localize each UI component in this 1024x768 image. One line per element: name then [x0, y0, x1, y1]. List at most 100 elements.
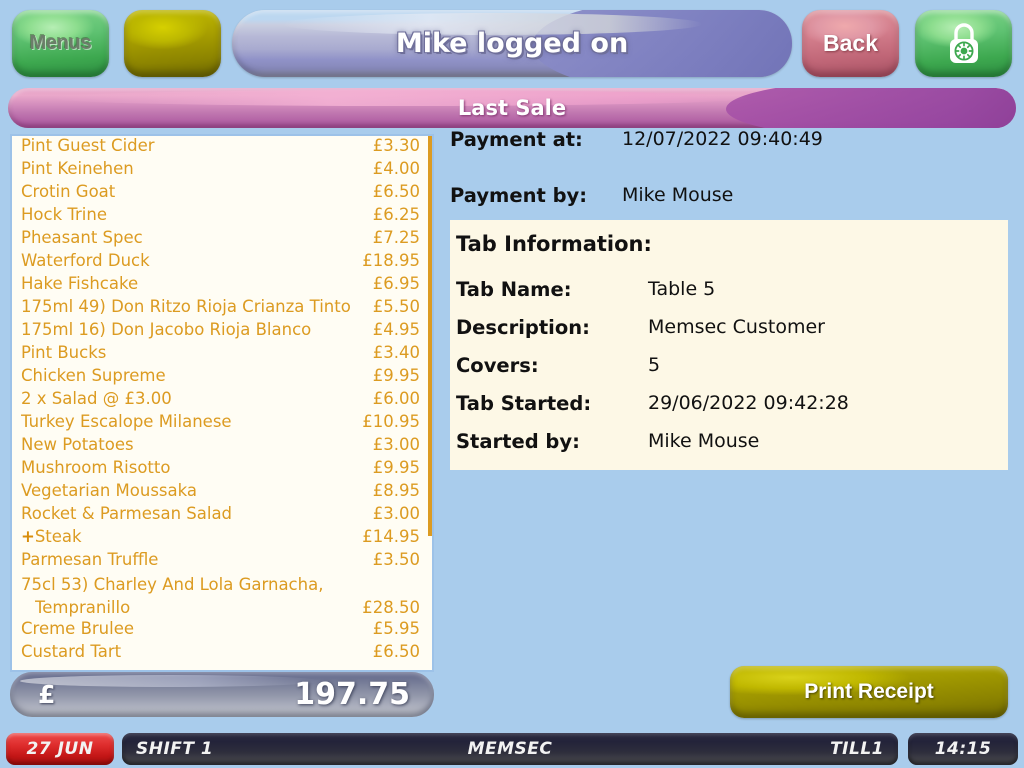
tab-info-label: Covers:: [456, 354, 648, 377]
sale-item-row[interactable]: Hake Fishcake£6.95: [12, 274, 430, 297]
tab-info-value: Memsec Customer: [648, 316, 825, 338]
sale-item-row[interactable]: Vegetarian Moussaka£8.95: [12, 481, 430, 504]
sale-item-price: £18.95: [362, 251, 420, 270]
tab-info-label: Tab Started:: [456, 392, 648, 415]
menus-button[interactable]: Menus: [12, 10, 109, 77]
sale-item-row[interactable]: Turkey Escalope Milanese£10.95: [12, 412, 430, 435]
sale-item-name: Creme Brulee: [21, 619, 373, 638]
sale-item-row[interactable]: Hock Trine£6.25: [12, 205, 430, 228]
tab-info-row: Covers:5: [454, 354, 1008, 392]
items-scrollbar-thumb[interactable]: [428, 136, 432, 536]
tab-info-value: 29/06/2022 09:42:28: [648, 392, 849, 414]
sale-item-price: £3.50: [373, 550, 420, 569]
tab-info-label: Started by:: [456, 430, 648, 453]
payment-row-label: Payment by:: [450, 184, 622, 207]
sale-item-name: New Potatoes: [21, 435, 373, 454]
sale-item-row[interactable]: Pint Guest Cider£3.30: [12, 136, 430, 159]
sale-item-row[interactable]: Rocket & Parmesan Salad£3.00: [12, 504, 430, 527]
sale-item-price: £3.00: [373, 504, 420, 523]
tab-info-row: Tab Started:29/06/2022 09:42:28: [454, 392, 1008, 430]
status-till-label: TILL1: [830, 733, 884, 765]
title-banner: Mike logged on: [232, 10, 792, 77]
status-time-label: 14:15: [935, 739, 992, 759]
tab-information-panel: Tab Information: Tab Name:Table 5Descrip…: [450, 220, 1008, 470]
sale-item-row[interactable]: Waterford Duck£18.95: [12, 251, 430, 274]
tab-info-row: Tab Name:Table 5: [454, 278, 1008, 316]
lock-button[interactable]: [915, 10, 1012, 77]
back-button[interactable]: Back: [802, 10, 899, 77]
sale-total-amount: 197.75: [294, 672, 410, 717]
sale-item-price: £10.95: [362, 412, 420, 431]
padlock-icon: [945, 21, 983, 67]
tab-info-value: 5: [648, 354, 660, 376]
sale-item-name: +Steak: [21, 527, 362, 546]
sale-item-name: 2 x Salad @ £3.00: [21, 389, 373, 408]
sale-item-row[interactable]: 175ml 49) Don Ritzo Rioja Crianza Tinto£…: [12, 297, 430, 320]
sale-item-name: Mushroom Risotto: [21, 458, 373, 477]
sale-item-price: £6.25: [373, 205, 420, 224]
payment-row-label: Payment at:: [450, 128, 622, 151]
page-title: Mike logged on: [232, 10, 792, 77]
sale-item-name: Hock Trine: [21, 205, 373, 224]
sale-item-price: £6.50: [373, 642, 420, 661]
sale-item-row[interactable]: 2 x Salad @ £3.00£6.00: [12, 389, 430, 412]
sale-item-row[interactable]: Parmesan Truffle£3.50: [12, 550, 430, 573]
sale-item-price: £28.50: [362, 596, 420, 619]
sale-item-name-text: Steak: [35, 527, 82, 546]
tab-info-label: Tab Name:: [456, 278, 648, 301]
tab-info-row: Started by:Mike Mouse: [454, 430, 1008, 468]
sale-item-name: Rocket & Parmesan Salad: [21, 504, 373, 523]
sale-item-name: Pheasant Spec: [21, 228, 373, 247]
sale-total-bar: £ 197.75: [10, 672, 434, 717]
sale-items-list[interactable]: Pint Guest Cider£3.30Pint Keinehen£4.00C…: [10, 134, 434, 672]
tab-info-value: Mike Mouse: [648, 430, 759, 452]
sale-item-row[interactable]: Chicken Supreme£9.95: [12, 366, 430, 389]
sale-item-price: £4.00: [373, 159, 420, 178]
sale-item-name-continued: Tempranillo: [35, 596, 362, 619]
last-sale-banner: Last Sale: [8, 88, 1016, 128]
tab-info-value: Table 5: [648, 278, 715, 300]
sale-item-price: £5.95: [373, 619, 420, 638]
sale-item-row[interactable]: Custard Tart£6.50: [12, 642, 430, 665]
back-button-label: Back: [823, 30, 878, 57]
sale-item-price: £4.95: [373, 320, 420, 339]
sale-item-name: Parmesan Truffle: [21, 550, 373, 569]
tab-info-row: Description:Memsec Customer: [454, 316, 1008, 354]
blank-action-button[interactable]: [124, 10, 221, 77]
sale-item-name: Vegetarian Moussaka: [21, 481, 373, 500]
sale-item-price: £6.50: [373, 182, 420, 201]
sale-item-name: 75cl 53) Charley And Lola Garnacha,: [21, 573, 420, 596]
sale-item-price: £6.95: [373, 274, 420, 293]
sale-item-name: Chicken Supreme: [21, 366, 373, 385]
print-receipt-label: Print Receipt: [804, 680, 934, 704]
status-date: 27 JUN: [6, 733, 114, 765]
status-main: SHIFT 1 MEMSEC TILL1: [122, 733, 898, 765]
sale-item-price: £9.95: [373, 458, 420, 477]
sale-item-name: Hake Fishcake: [21, 274, 373, 293]
payment-row-value: 12/07/2022 09:40:49: [622, 128, 823, 150]
sale-item-row[interactable]: Pint Bucks£3.40: [12, 343, 430, 366]
sale-item-price: £5.50: [373, 297, 420, 316]
currency-symbol: £: [38, 672, 55, 717]
sale-item-row[interactable]: Pint Keinehen£4.00: [12, 159, 430, 182]
sale-item-name: Pint Keinehen: [21, 159, 373, 178]
sale-item-price: £3.00: [373, 435, 420, 454]
sale-item-row[interactable]: +Steak£14.95: [12, 527, 430, 550]
sale-item-row[interactable]: 75cl 53) Charley And Lola Garnacha,Tempr…: [12, 573, 430, 619]
sale-item-row[interactable]: Creme Brulee£5.95: [12, 619, 430, 642]
print-receipt-button[interactable]: Print Receipt: [730, 666, 1008, 718]
sale-item-row[interactable]: Crotin Goat£6.50: [12, 182, 430, 205]
status-time: 14:15: [908, 733, 1018, 765]
sale-item-row[interactable]: Pheasant Spec£7.25: [12, 228, 430, 251]
payment-row: Payment at:12/07/2022 09:40:49: [450, 128, 1016, 184]
sale-item-row[interactable]: Mushroom Risotto£9.95: [12, 458, 430, 481]
sale-item-name: Waterford Duck: [21, 251, 362, 270]
menus-button-label: Menus: [30, 32, 92, 55]
sale-item-name: Custard Tart: [21, 642, 373, 661]
sale-item-row[interactable]: New Potatoes£3.00: [12, 435, 430, 458]
payment-row-value: Mike Mouse: [622, 184, 733, 206]
sale-item-price: £14.95: [362, 527, 420, 546]
sale-item-price: £3.30: [373, 136, 420, 155]
sale-item-row[interactable]: 175ml 16) Don Jacobo Rioja Blanco£4.95: [12, 320, 430, 343]
status-site-label: MEMSEC: [122, 733, 898, 765]
